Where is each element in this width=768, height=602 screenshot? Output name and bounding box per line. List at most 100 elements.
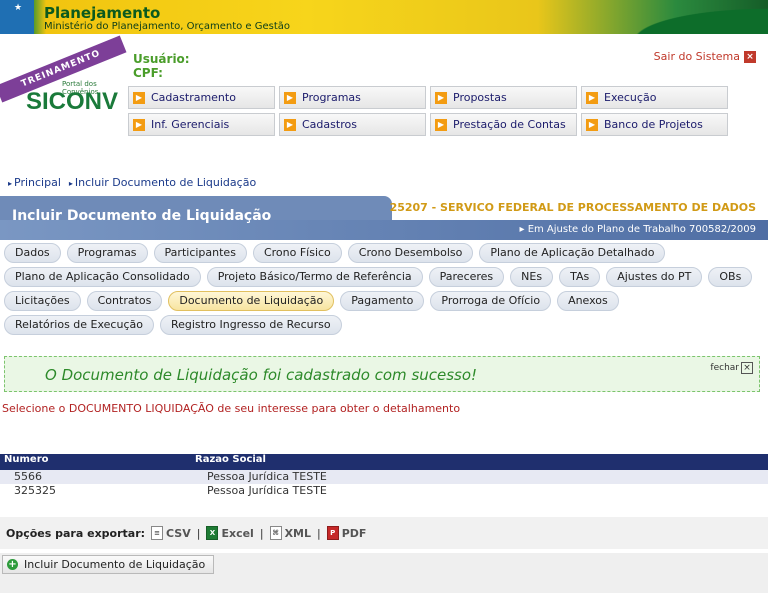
arrow-right-icon: ▶ (133, 118, 145, 131)
arrow-right-icon: ▶ (133, 91, 145, 104)
tab-plano-aplicacao-detalhado[interactable]: Plano de Aplicação Detalhado (479, 243, 666, 263)
user-info: Usuário: CPF: (133, 52, 190, 80)
separator: | (317, 526, 321, 540)
tab-relatorios-execucao[interactable]: Relatórios de Execução (4, 315, 154, 335)
logout-label: Sair do Sistema (653, 50, 740, 63)
close-icon: × (744, 50, 756, 63)
csv-file-icon: ≡ (151, 526, 164, 540)
tab-pareceres[interactable]: Pareceres (428, 267, 505, 287)
close-icon: × (741, 362, 753, 374)
cell-razao-social: Pessoa Jurídica TESTE (207, 484, 327, 497)
breadcrumb: Principal Incluir Documento de Liquidaçã… (8, 176, 256, 189)
siconv-logo[interactable]: TREINAMENTO Portal dos Convênios SICONV (0, 35, 128, 116)
tab-pagamento[interactable]: Pagamento (340, 291, 425, 311)
column-header-razao-social[interactable]: Razao Social (195, 454, 768, 470)
export-xml-label: XML (284, 526, 311, 540)
menu-item-label: Propostas (453, 91, 507, 104)
tab-prorroga-oficio[interactable]: Prorroga de Ofício (430, 291, 552, 311)
arrow-right-icon: ▶ (586, 118, 598, 131)
export-excel-label: Excel (221, 526, 254, 540)
cell-numero[interactable]: 5566 (0, 470, 195, 484)
column-header-numero[interactable]: Numero (0, 454, 195, 470)
export-excel-link[interactable]: X Excel (206, 526, 254, 540)
success-message-box: O Documento de Liquidação foi cadastrado… (4, 356, 760, 392)
menu-item-prestacao-de-contas[interactable]: ▶ Prestação de Contas (430, 113, 577, 136)
arrow-right-icon: ▶ (586, 91, 598, 104)
arrow-right-icon: ▶ (435, 91, 447, 104)
export-pdf-label: PDF (341, 526, 367, 540)
tab-anexos[interactable]: Anexos (557, 291, 619, 311)
tab-registro-ingresso-recurso[interactable]: Registro Ingresso de Recurso (159, 315, 342, 335)
table-row[interactable]: 5566 Pessoa Jurídica TESTE (0, 470, 768, 484)
menu-item-label: Cadastramento (151, 91, 236, 104)
banner-subtitle: Ministério do Planejamento, Orçamento e … (44, 21, 291, 32)
menu-item-label: Programas (302, 91, 361, 104)
tab-nes[interactable]: NEs (510, 267, 554, 287)
status-text: ▸ Em Ajuste do Plano de Trabalho 700582/… (519, 224, 756, 235)
cell-razao-social: Pessoa Jurídica TESTE (207, 470, 327, 483)
excel-file-icon: X (206, 526, 219, 540)
xml-file-icon: ⌘ (269, 526, 282, 540)
logo-name: SICONV (26, 88, 119, 115)
separator: | (259, 526, 264, 540)
tab-contratos[interactable]: Contratos (86, 291, 163, 311)
plus-icon: + (7, 559, 18, 570)
menu-item-programas[interactable]: ▶ Programas (279, 86, 426, 109)
arrow-right-icon: ▶ (284, 91, 296, 104)
menu-item-inf-gerenciais[interactable]: ▶ Inf. Gerenciais (128, 113, 275, 136)
page-title: Incluir Documento de Liquidação (12, 208, 272, 224)
logout-link[interactable]: Sair do Sistema × (654, 50, 756, 63)
table-header: Numero Razao Social (0, 454, 768, 470)
menu-item-propostas[interactable]: ▶ Propostas (430, 86, 577, 109)
star-icon: ★ (14, 3, 23, 13)
arrow-right-icon: ▶ (435, 118, 447, 131)
tab-crono-fisico[interactable]: Crono Físico (252, 243, 342, 263)
menu-item-execucao[interactable]: ▶ Execução (581, 86, 728, 109)
tab-obs[interactable]: OBs (708, 267, 753, 287)
close-message-button[interactable]: fechar × (710, 362, 753, 374)
arrow-right-icon: ▶ (284, 118, 296, 131)
breadcrumb-current[interactable]: Incluir Documento de Liquidação (69, 176, 256, 189)
organization-name: 25207 - SERVICO FEDERAL DE PROCESSAMENTO… (389, 201, 756, 214)
section-tabs: Dados Programas Participantes Crono Físi… (4, 243, 764, 335)
gov-banner: ★ Planejamento Ministério do Planejament… (0, 0, 768, 34)
close-label: fechar (710, 363, 739, 373)
menu-item-label: Cadastros (302, 118, 357, 131)
menu-item-banco-de-projetos[interactable]: ▶ Banco de Projetos (581, 113, 728, 136)
banner-swoosh (598, 0, 768, 34)
table-row[interactable]: 325325 Pessoa Jurídica TESTE (0, 484, 768, 498)
menu-item-cadastros[interactable]: ▶ Cadastros (279, 113, 426, 136)
tab-dados[interactable]: Dados (4, 243, 61, 263)
breadcrumb-principal[interactable]: Principal (8, 176, 61, 189)
tab-tas[interactable]: TAs (559, 267, 601, 287)
export-csv-label: CSV (166, 526, 191, 540)
cpf-label: CPF: (133, 66, 163, 80)
export-csv-link[interactable]: ≡ CSV (151, 526, 191, 540)
banner-title: Planejamento (44, 4, 161, 22)
tab-ajustes-pt[interactable]: Ajustes do PT (606, 267, 703, 287)
menu-item-label: Prestação de Contas (453, 118, 566, 131)
tab-programas[interactable]: Programas (66, 243, 148, 263)
add-document-label: Incluir Documento de Liquidação (24, 558, 206, 571)
add-document-button[interactable]: + Incluir Documento de Liquidação (2, 555, 215, 574)
export-label: Opções para exportar: (6, 526, 146, 540)
cell-numero[interactable]: 325325 (0, 484, 195, 498)
tab-licitacoes[interactable]: Licitações (4, 291, 81, 311)
instruction-text: Selecione o DOCUMENTO LIQUIDAÇÃO de seu … (2, 402, 461, 415)
tab-crono-desembolso[interactable]: Crono Desembolso (347, 243, 474, 263)
menu-item-label: Banco de Projetos (604, 118, 703, 131)
export-pdf-link[interactable]: P PDF (326, 526, 367, 540)
menu-item-label: Execução (604, 91, 657, 104)
export-bar: Opções para exportar: ≡ CSV | X Excel | ⌘ X… (0, 517, 768, 549)
tab-plano-aplicacao-consolidado[interactable]: Plano de Aplicação Consolidado (4, 267, 201, 287)
success-message: O Documento de Liquidação foi cadastrado… (45, 366, 478, 384)
menu-item-cadastramento[interactable]: ▶ Cadastramento (128, 86, 275, 109)
pdf-file-icon: P (326, 526, 339, 540)
main-menu: ▶ Cadastramento ▶ Programas ▶ Propostas ▶ Ex… (128, 86, 730, 136)
tab-documento-liquidacao[interactable]: Documento de Liquidação (168, 291, 335, 311)
documents-table: Numero Razao Social 5566 Pessoa Jurídica… (0, 454, 768, 498)
tab-participantes[interactable]: Participantes (153, 243, 247, 263)
export-xml-link[interactable]: ⌘ XML (269, 526, 311, 540)
menu-item-label: Inf. Gerenciais (151, 118, 230, 131)
tab-projeto-basico[interactable]: Projeto Básico/Termo de Referência (206, 267, 423, 287)
